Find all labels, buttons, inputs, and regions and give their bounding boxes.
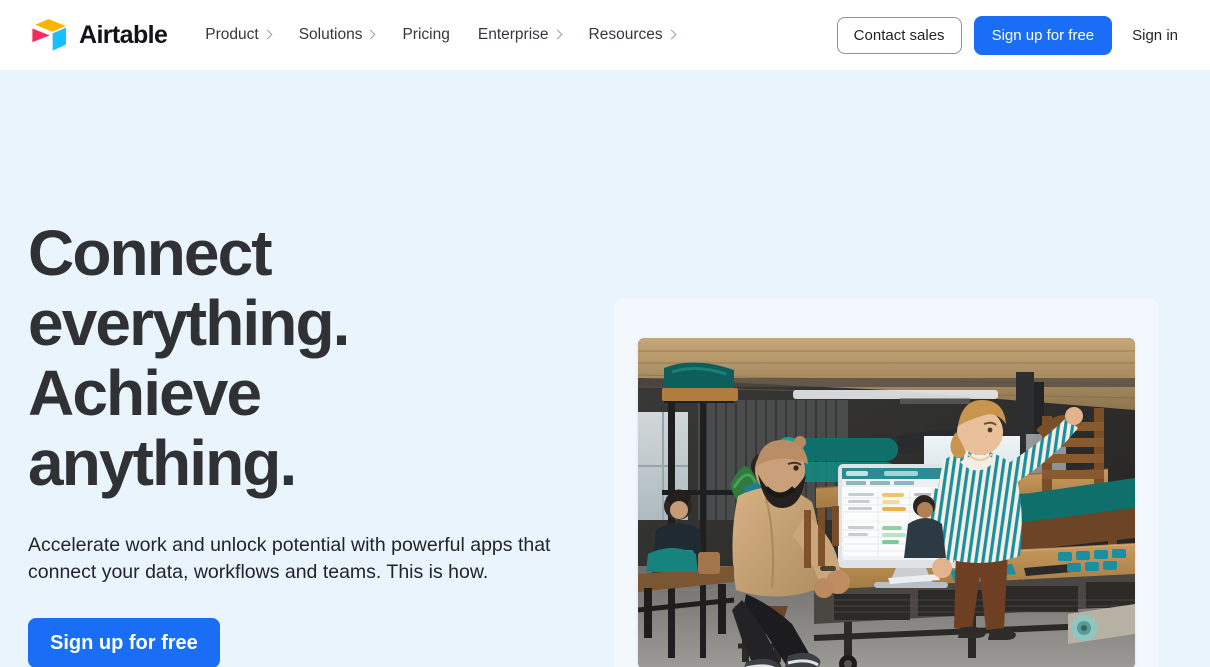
nav-item-label: Pricing	[402, 26, 450, 43]
chevron-right-icon	[666, 29, 677, 40]
header-actions: Contact sales Sign up for free Sign in	[836, 15, 1186, 55]
hero-copy-block: Connect everything. Achieve anything. Ac…	[28, 218, 608, 667]
signin-button[interactable]: Sign in	[1124, 18, 1186, 53]
hero-subtitle: Accelerate work and unlock potential wit…	[28, 534, 551, 583]
nav-item-label: Resources	[588, 26, 663, 43]
nav-item-label: Enterprise	[477, 26, 549, 43]
contact-sales-button[interactable]: Contact sales	[836, 16, 962, 54]
chevron-right-icon	[366, 29, 376, 40]
chevron-right-icon	[262, 29, 273, 40]
hero-headline-line-1: Connect	[28, 217, 273, 289]
hero-headline-line-2: everything.	[28, 287, 350, 359]
brand-wordmark: Airtable	[79, 20, 168, 49]
hero-container: Connect everything. Achieve anything. Ac…	[0, 70, 1210, 667]
nav-item-label: Solutions	[298, 26, 363, 43]
brand-logo-link[interactable]: Airtable	[28, 17, 168, 53]
nav-item-product[interactable]: Product	[191, 18, 284, 52]
nav-item-pricing[interactable]: Pricing	[388, 18, 463, 52]
chevron-right-icon	[552, 29, 562, 40]
hero-headline: Connect everything. Achieve anything.	[28, 218, 398, 498]
hero-headline-line-4: anything.	[28, 427, 297, 499]
nav-item-enterprise[interactable]: Enterprise	[464, 18, 575, 52]
airtable-cube-logo-icon	[28, 17, 70, 53]
hero-headline-line-3: Achieve	[28, 357, 262, 429]
nav-item-solutions[interactable]: Solutions	[285, 18, 389, 52]
site-header: Airtable Product Solutions Pricing Enter…	[0, 0, 1210, 70]
hero-section: Connect everything. Achieve anything. Ac…	[0, 70, 1210, 667]
header-signup-button[interactable]: Sign up for free	[973, 15, 1113, 55]
nav-item-resources[interactable]: Resources	[575, 18, 689, 52]
hero-signup-button[interactable]: Sign up for free	[28, 618, 220, 667]
nav-item-label: Product	[205, 26, 259, 43]
hero-photo	[638, 338, 1135, 667]
primary-navigation: Product Solutions Pricing Enterprise Res…	[191, 18, 688, 52]
